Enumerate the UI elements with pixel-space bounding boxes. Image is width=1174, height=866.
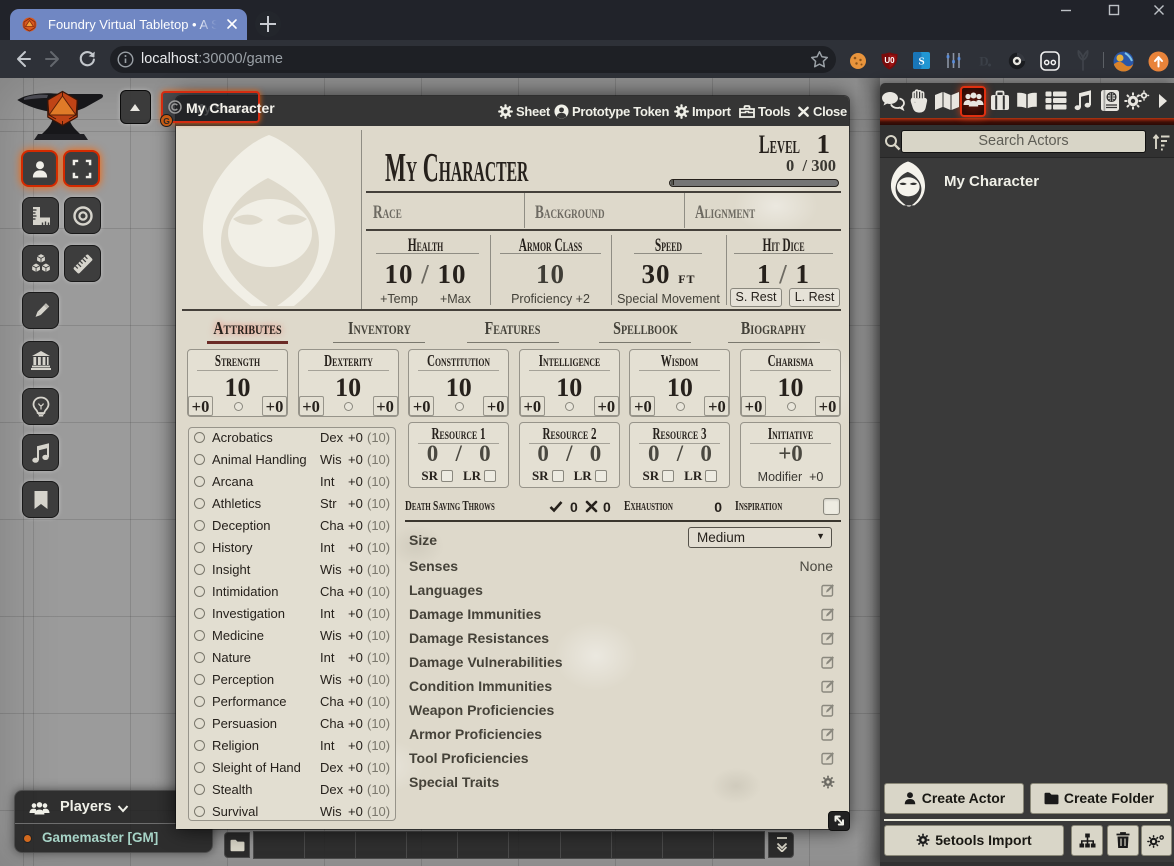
svg-text:U0: U0 (884, 56, 895, 65)
svg-text:S: S (918, 56, 924, 68)
svg-text:D: D (979, 54, 988, 69)
